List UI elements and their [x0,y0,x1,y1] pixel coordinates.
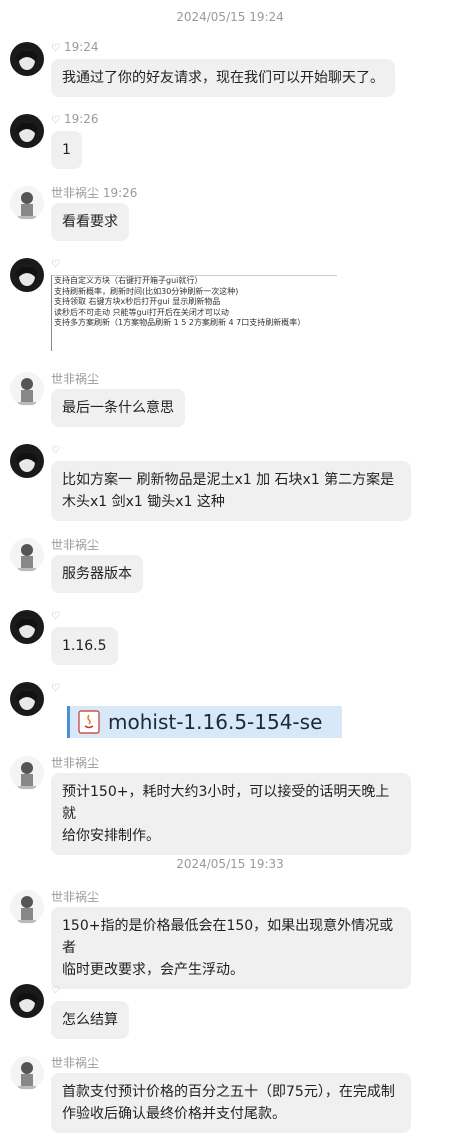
heart-icon[interactable]: ♡ [51,115,60,126]
avatar[interactable] [10,258,44,292]
image-message[interactable]: 支持自定义方块（右键打开箱子gui就行） 支持刷新概率，刷新时间(比如30分钟刷… [51,275,337,351]
avatar[interactable] [10,444,44,478]
avatar[interactable] [10,682,44,716]
avatar[interactable] [10,42,44,76]
avatar[interactable] [10,538,44,572]
heart-icon[interactable]: ♡ [51,611,60,622]
avatar[interactable] [10,610,44,644]
heart-icon[interactable]: ♡ [51,43,60,54]
image-text-lines: 支持自定义方块（右键打开箱子gui就行） 支持刷新概率，刷新时间(比如30分钟刷… [52,276,337,329]
message-meta: 世非祸尘 [51,1054,99,1071]
message-bubble[interactable]: 1 [51,131,82,169]
image-line: 支持领取 右键方块x秒后打开gui 显示刷新物品 [54,297,221,306]
avatar[interactable] [10,1056,44,1090]
avatar[interactable] [10,984,44,1018]
file-name: mohist-1.16.5-154-se [108,710,323,734]
message-bubble[interactable]: 150+指的是价格最低会在150，如果出现意外情况或者 临时更改要求，会产生浮动… [51,907,411,989]
sender-name: 世非祸尘 [51,372,100,386]
message-bubble[interactable]: 首款支付预计价格的百分之五十（即75元），在完成制 作验收后确认最终价格并支付尾… [51,1073,411,1133]
timestamp: 2024/05/15 19:24 [176,10,284,24]
image-line: 支持自定义方块（右键打开箱子gui就行） [54,276,203,285]
message-meta: 世非祸尘 [51,536,99,553]
message-bubble[interactable]: 预计150+，耗时大约3小时，可以接受的话明天晚上就 给你安排制作。 [51,773,411,855]
message-line: 首款支付预计价格的百分之五十（即75元），在完成制 [62,1084,395,1100]
image-line: 读秒后不可走动 只能等gui打开后在关闭才可以动 [54,307,229,317]
message-meta: ♡ [51,982,64,996]
avatar[interactable] [10,186,44,220]
heart-icon[interactable]: ♡ [51,985,60,996]
message-bubble[interactable]: 比如方案一 刷新物品是泥土x1 加 石块x1 第二方案是 木头x1 剑x1 锄头… [51,461,411,521]
message-bubble[interactable]: 1.16.5 [51,627,118,665]
avatar[interactable] [10,890,44,924]
message-bubble[interactable]: 看看要求 [51,203,129,241]
heart-icon[interactable]: ♡ [51,259,60,270]
message-line: 比如方案一 刷新物品是泥土x1 加 石块x1 第二方案是 [62,472,395,488]
message-meta: ♡ [51,256,64,270]
message-meta: ♡ [51,680,64,694]
timestamp: 2024/05/15 19:33 [176,857,284,871]
message-meta: 世非祸尘 [51,754,99,771]
message-meta: ♡ [51,608,64,622]
message-line: 临时更改要求，会产生浮动。 [62,962,244,978]
message-line: 作验收后确认最终价格并支付尾款。 [62,1106,286,1122]
sender-name: 世非祸尘 [51,890,100,904]
image-line: 支持刷新概率，刷新时间(比如30分钟刷新一次这种) [54,286,239,296]
message-time: 19:26 [63,112,99,126]
file-message[interactable]: mohist-1.16.5-154-se [67,706,342,738]
message-time: 19:26 [102,186,138,200]
message-meta: ♡ 19:24 [51,40,99,54]
message-meta: 世非祸尘 [51,888,99,905]
message-line: 木头x1 剑x1 锄头x1 这种 [62,494,225,510]
message-meta: 世非祸尘 [51,370,99,387]
message-line: 预计150+，耗时大约3小时，可以接受的话明天晚上就 [62,784,390,822]
sender-name: 世非祸尘 [51,756,100,770]
avatar[interactable] [10,756,44,790]
java-file-icon [78,710,100,734]
heart-icon[interactable]: ♡ [51,683,60,694]
message-bubble[interactable]: 服务器版本 [51,555,143,593]
message-bubble[interactable]: 我通过了你的好友请求，现在我们可以开始聊天了。 [51,59,395,97]
image-line: 支持多方案刷新（1方案物品刷新 1 5 2方案刷新 4 7口支持刷新概率） [54,318,306,327]
message-meta: ♡ 19:26 [51,112,99,126]
message-bubble[interactable]: 怎么结算 [51,1001,129,1039]
message-meta: 世非祸尘 19:26 [51,184,137,201]
sender-name: 世非祸尘 [51,1056,100,1070]
sender-name: 世非祸尘 [51,186,100,200]
avatar[interactable] [10,114,44,148]
message-bubble[interactable]: 最后一条什么意思 [51,389,185,427]
message-time: 19:24 [63,40,99,54]
heart-icon[interactable]: ♡ [51,445,60,456]
avatar[interactable] [10,372,44,406]
message-line: 150+指的是价格最低会在150，如果出现意外情况或者 [62,918,394,956]
message-meta: ♡ [51,442,64,456]
message-line: 给你安排制作。 [62,828,160,844]
sender-name: 世非祸尘 [51,538,100,552]
